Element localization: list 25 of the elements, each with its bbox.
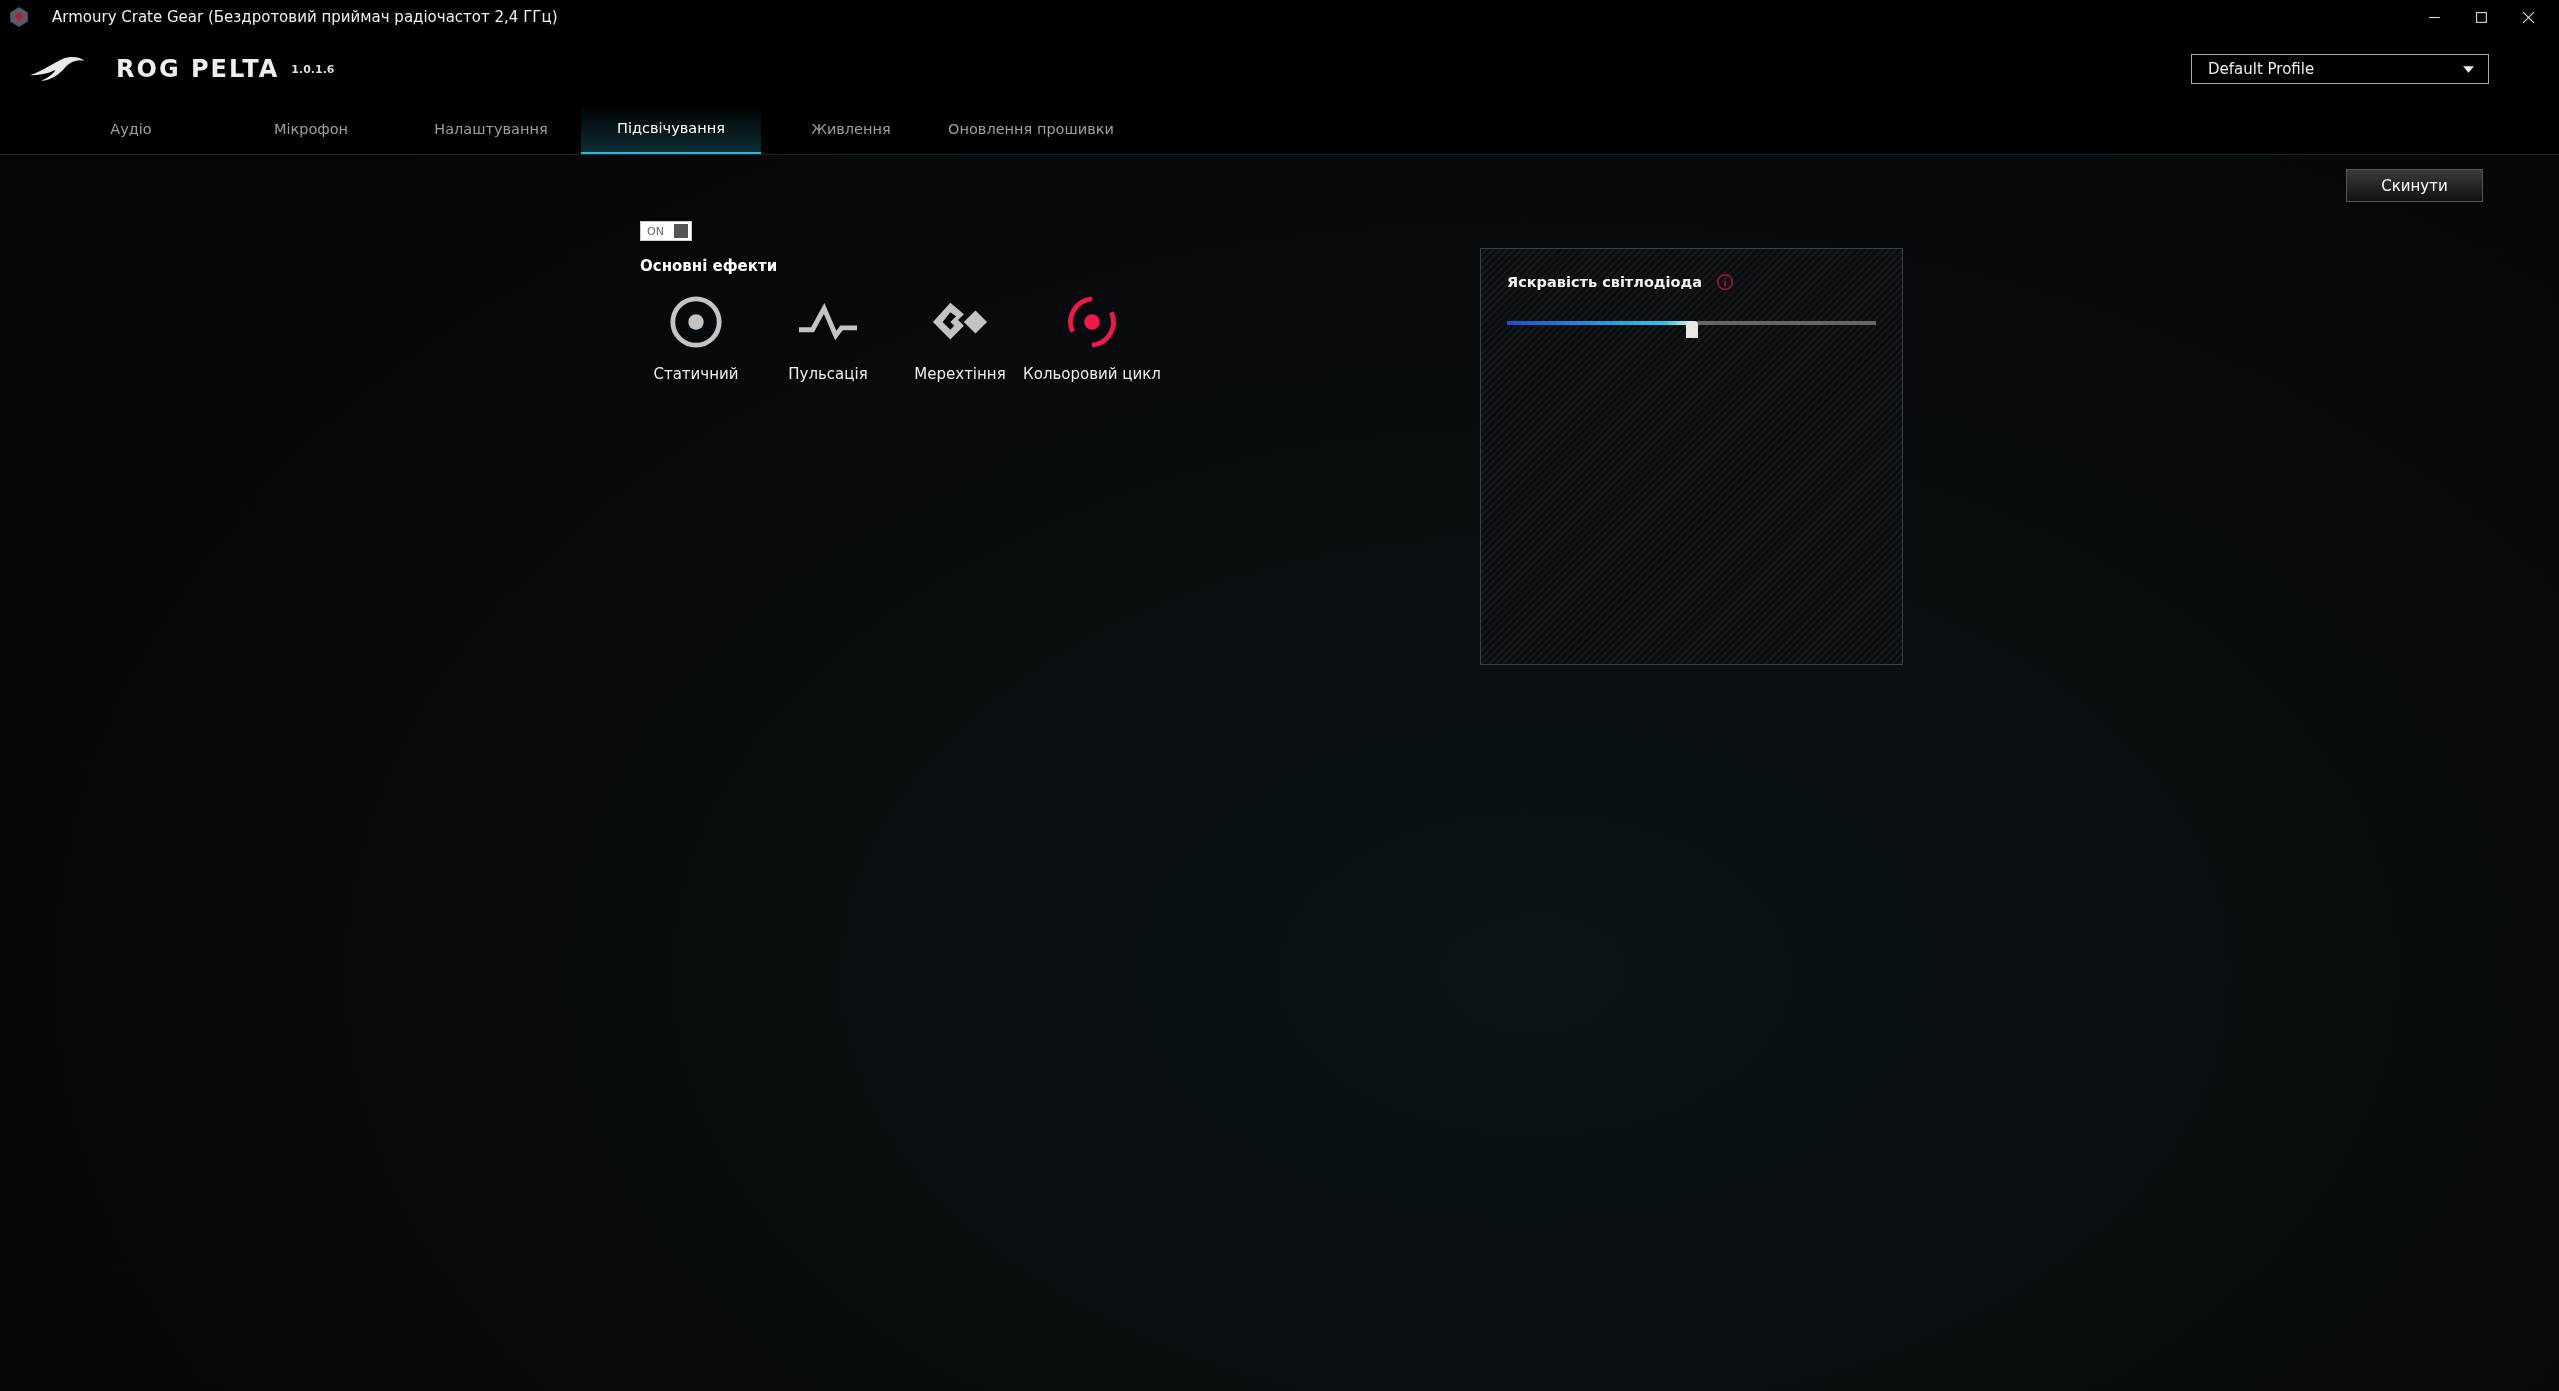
- tab[interactable]: Мікрофон: [221, 104, 401, 154]
- caret-icon: [2463, 65, 2474, 73]
- reset-button[interactable]: Скинути: [2346, 169, 2483, 202]
- app-icon: [8, 6, 30, 28]
- tab[interactable]: Оновлення прошивки: [941, 104, 1121, 154]
- target-icon: [667, 293, 725, 351]
- window-title: Armoury Crate Gear (Бездротовий приймач радіочастот 2,4 ГГц): [52, 8, 558, 26]
- lighting-toggle[interactable]: ON: [640, 221, 692, 241]
- tab[interactable]: Аудіо: [41, 104, 221, 154]
- brightness-slider[interactable]: [1507, 321, 1876, 339]
- effect-option[interactable]: Кольоровий цикл: [1026, 293, 1158, 383]
- brightness-label: Яскравість світлодіода: [1507, 274, 1702, 290]
- version-text: 1.0.1.6: [291, 62, 335, 76]
- slider-thumb[interactable]: [1685, 321, 1698, 338]
- effect-option[interactable]: Пульсація: [762, 293, 894, 383]
- close-icon[interactable]: [2522, 10, 2535, 24]
- tab[interactable]: Підсвічування: [581, 104, 761, 154]
- tab[interactable]: Живлення: [761, 104, 941, 154]
- maximize-icon[interactable]: [2475, 10, 2488, 24]
- section-title: Основні ефекти: [640, 257, 779, 275]
- info-icon[interactable]: [1716, 273, 1734, 291]
- tab[interactable]: Налаштування: [401, 104, 581, 154]
- effect-option[interactable]: Статичний: [630, 293, 762, 383]
- profile-dropdown[interactable]: Default Profile: [2191, 54, 2489, 84]
- product-name: ROG PELTA: [116, 55, 280, 83]
